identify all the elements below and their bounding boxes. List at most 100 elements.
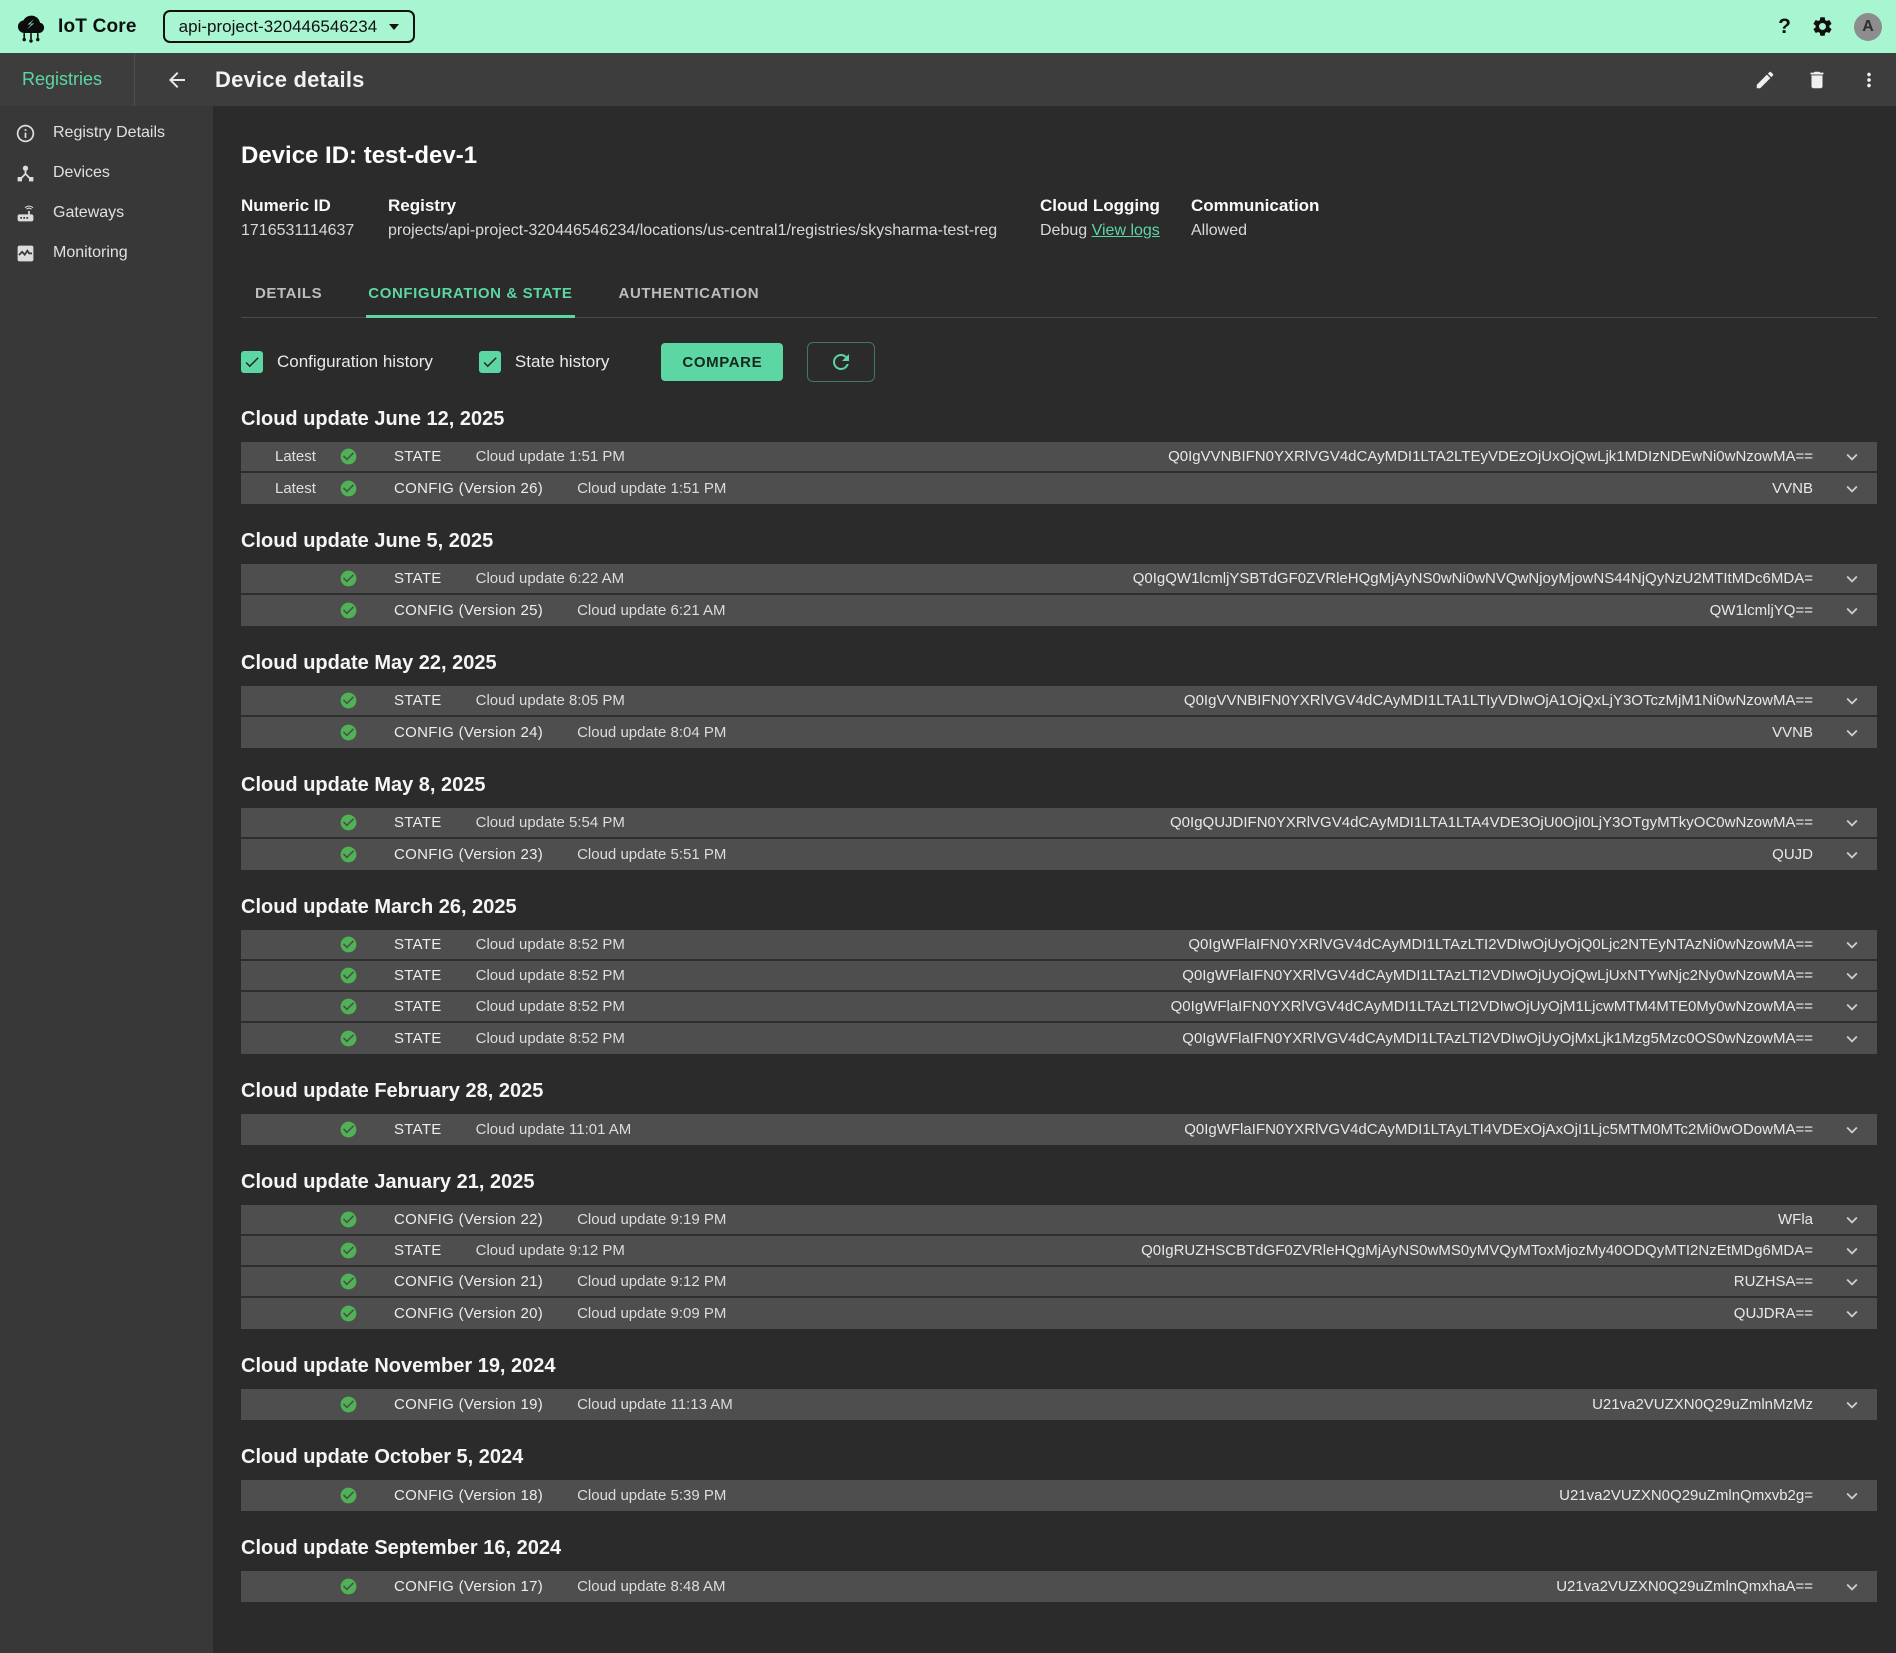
- row-time: Cloud update 9:19 PM: [577, 1211, 726, 1228]
- chevron-down-icon[interactable]: [1841, 1028, 1863, 1050]
- row-type: STATE: [394, 967, 442, 984]
- device-hub-icon: [15, 163, 36, 184]
- router-icon: [15, 203, 36, 224]
- configuration-history-checkbox[interactable]: Configuration history: [241, 351, 433, 373]
- refresh-button[interactable]: [807, 342, 875, 382]
- history-row[interactable]: STATE Cloud update 8:52 PM Q0IgWFlaIFN0Y…: [241, 1023, 1877, 1054]
- chevron-down-icon[interactable]: [1841, 446, 1863, 468]
- history-row[interactable]: CONFIG (Version 20) Cloud update 9:09 PM…: [241, 1298, 1877, 1329]
- section-heading: Cloud update February 28, 2025: [241, 1080, 1877, 1102]
- history-row[interactable]: STATE Cloud update 6:22 AM Q0IgQW1lcmljY…: [241, 564, 1877, 595]
- row-value: QUJD: [1772, 846, 1813, 863]
- check-circle-icon: [339, 997, 358, 1016]
- avatar-initial: A: [1862, 18, 1874, 36]
- help-icon[interactable]: ?: [1778, 15, 1791, 39]
- cloud-update-section: Cloud update June 12, 2025 Latest STATE …: [241, 408, 1877, 504]
- chevron-down-icon[interactable]: [1841, 1576, 1863, 1598]
- compare-button[interactable]: COMPARE: [661, 343, 783, 381]
- numeric-id-value: 1716531114637: [241, 222, 388, 240]
- history-row[interactable]: Latest STATE Cloud update 1:51 PM Q0IgVV…: [241, 442, 1877, 473]
- row-value: RUZHSA==: [1734, 1273, 1813, 1290]
- history-row[interactable]: STATE Cloud update 8:05 PM Q0IgVVNBIFN0Y…: [241, 686, 1877, 717]
- history-row[interactable]: STATE Cloud update 8:52 PM Q0IgWFlaIFN0Y…: [241, 930, 1877, 961]
- history-row[interactable]: CONFIG (Version 25) Cloud update 6:21 AM…: [241, 595, 1877, 626]
- section-heading: Cloud update May 8, 2025: [241, 774, 1877, 796]
- chevron-down-icon[interactable]: [1841, 996, 1863, 1018]
- chevron-down-icon[interactable]: [1841, 600, 1863, 622]
- tab-configuration-and-state[interactable]: CONFIGURATION & STATE: [366, 274, 574, 318]
- chevron-down-icon[interactable]: [1841, 1394, 1863, 1416]
- check-circle-icon: [339, 723, 358, 742]
- history-row[interactable]: CONFIG (Version 21) Cloud update 9:12 PM…: [241, 1267, 1877, 1298]
- chevron-down-icon[interactable]: [1841, 1240, 1863, 1262]
- chevron-down-icon[interactable]: [1841, 568, 1863, 590]
- chevron-down-icon[interactable]: [1841, 965, 1863, 987]
- section-heading: Cloud update March 26, 2025: [241, 896, 1877, 918]
- chevron-down-icon[interactable]: [1841, 1303, 1863, 1325]
- row-value: Q0IgWFlaIFN0YXRlVGV4dCAyMDI1LTAyLTI4VDEx…: [1184, 1121, 1813, 1138]
- row-value: QW1lcmljYQ==: [1710, 602, 1813, 619]
- row-type: STATE: [394, 448, 442, 465]
- chevron-down-icon[interactable]: [1841, 1209, 1863, 1231]
- app-title: IoT Core: [58, 16, 137, 38]
- sidebar-item-devices[interactable]: Devices: [0, 153, 213, 193]
- chevron-down-icon[interactable]: [1841, 1485, 1863, 1507]
- row-time: Cloud update 5:54 PM: [476, 814, 625, 831]
- avatar[interactable]: A: [1854, 13, 1882, 41]
- cloud-logging-column: Cloud Logging Debug View logs: [1040, 196, 1191, 240]
- view-logs-link[interactable]: View logs: [1092, 222, 1160, 239]
- sidebar-item-monitoring[interactable]: Monitoring: [0, 233, 213, 273]
- more-vert-kebab-icon[interactable]: [1858, 69, 1880, 91]
- history-row[interactable]: STATE Cloud update 5:54 PM Q0IgQUJDIFN0Y…: [241, 808, 1877, 839]
- settings-gear-icon[interactable]: [1811, 15, 1834, 38]
- check-circle-icon: [339, 479, 358, 498]
- history-row[interactable]: STATE Cloud update 9:12 PM Q0IgRUZHSCBTd…: [241, 1236, 1877, 1267]
- chevron-down-icon[interactable]: [1841, 722, 1863, 744]
- row-time: Cloud update 1:51 PM: [476, 448, 625, 465]
- history-row[interactable]: CONFIG (Version 23) Cloud update 5:51 PM…: [241, 839, 1877, 870]
- sidebar-item-label: Registry Details: [53, 124, 165, 142]
- chevron-down-icon[interactable]: [1841, 478, 1863, 500]
- history-row[interactable]: CONFIG (Version 24) Cloud update 8:04 PM…: [241, 717, 1877, 748]
- history-row[interactable]: STATE Cloud update 11:01 AM Q0IgWFlaIFN0…: [241, 1114, 1877, 1145]
- sidebar-item-registry-details[interactable]: Registry Details: [0, 113, 213, 153]
- history-row[interactable]: STATE Cloud update 8:52 PM Q0IgWFlaIFN0Y…: [241, 992, 1877, 1023]
- history-row[interactable]: CONFIG (Version 19) Cloud update 11:13 A…: [241, 1389, 1877, 1420]
- sidebar-item-gateways[interactable]: Gateways: [0, 193, 213, 233]
- history-row-group: CONFIG (Version 17) Cloud update 8:48 AM…: [241, 1571, 1877, 1602]
- row-time: Cloud update 11:01 AM: [476, 1121, 632, 1138]
- chevron-down-icon[interactable]: [1841, 690, 1863, 712]
- edit-pencil-icon[interactable]: [1754, 69, 1776, 91]
- history-row[interactable]: STATE Cloud update 8:52 PM Q0IgWFlaIFN0Y…: [241, 961, 1877, 992]
- chevron-down-icon[interactable]: [1841, 1271, 1863, 1293]
- check-circle-icon: [339, 1029, 358, 1048]
- chevron-down-icon[interactable]: [1841, 1119, 1863, 1141]
- chevron-down-icon[interactable]: [1841, 812, 1863, 834]
- project-selector-value: api-project-320446546234: [179, 17, 378, 37]
- row-time: Cloud update 9:12 PM: [476, 1242, 625, 1259]
- row-value: U21va2VUZXN0Q29uZmlnQmxhaA==: [1556, 1578, 1813, 1595]
- delete-trash-icon[interactable]: [1806, 69, 1828, 91]
- row-type: CONFIG (Version 18): [394, 1487, 543, 1504]
- back-arrow-icon[interactable]: [165, 68, 189, 92]
- row-type: CONFIG (Version 23): [394, 846, 543, 863]
- row-value: Q0IgWFlaIFN0YXRlVGV4dCAyMDI1LTAzLTI2VDIw…: [1171, 998, 1813, 1015]
- history-row[interactable]: Latest CONFIG (Version 26) Cloud update …: [241, 473, 1877, 504]
- iot-core-logo-icon: [14, 10, 48, 44]
- history-row[interactable]: CONFIG (Version 18) Cloud update 5:39 PM…: [241, 1480, 1877, 1511]
- tab-authentication[interactable]: AUTHENTICATION: [617, 274, 762, 318]
- cloud-logging-value: Debug: [1040, 222, 1087, 239]
- history-row[interactable]: CONFIG (Version 22) Cloud update 9:19 PM…: [241, 1205, 1877, 1236]
- sidebar-item-label: Gateways: [53, 204, 124, 222]
- row-time: Cloud update 6:22 AM: [476, 570, 624, 587]
- tab-details[interactable]: DETAILS: [253, 274, 324, 318]
- chevron-down-icon[interactable]: [1841, 934, 1863, 956]
- chevron-down-icon[interactable]: [1841, 844, 1863, 866]
- breadcrumb-registries[interactable]: Registries: [12, 69, 112, 90]
- row-time: Cloud update 5:51 PM: [577, 846, 726, 863]
- history-row[interactable]: CONFIG (Version 17) Cloud update 8:48 AM…: [241, 1571, 1877, 1602]
- row-type: STATE: [394, 936, 442, 953]
- row-type: CONFIG (Version 17): [394, 1578, 543, 1595]
- state-history-checkbox[interactable]: State history: [479, 351, 610, 373]
- project-selector[interactable]: api-project-320446546234: [163, 10, 416, 43]
